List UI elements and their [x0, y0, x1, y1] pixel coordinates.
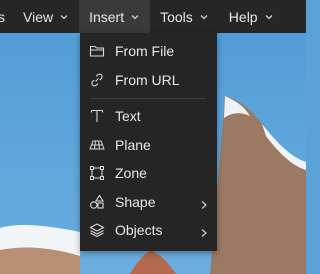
- menu-item-label: Zone: [115, 165, 147, 181]
- chevron-down-icon: [264, 12, 274, 22]
- menu-item-label: From File: [115, 43, 175, 59]
- shapes-icon: [89, 194, 105, 210]
- menu-tools[interactable]: Tools: [150, 0, 219, 33]
- menu-item-label: Plane: [115, 137, 151, 153]
- menu-label: Help: [228, 8, 258, 25]
- menu-label: Insert: [89, 8, 125, 25]
- plane-grid-icon: [89, 137, 105, 153]
- menu-item-shape[interactable]: Shape: [80, 189, 217, 215]
- chevron-right-icon: [200, 197, 208, 209]
- menu-view[interactable]: View: [11, 0, 79, 33]
- menu-item-label: From URL: [115, 72, 180, 88]
- chevron-down-icon: [199, 12, 209, 22]
- text-icon: [89, 108, 105, 124]
- insert-dropdown-menu: From File From URL Text Plane Zone Shape Objec…: [80, 33, 217, 251]
- menu-label: Tools: [160, 8, 193, 25]
- link-icon: [89, 72, 105, 88]
- menu-bar: s View Insert Tools Help: [0, 0, 306, 33]
- menu-insert[interactable]: Insert: [79, 0, 151, 33]
- menu-item-objects[interactable]: Objects: [80, 217, 217, 243]
- menu-item-zone[interactable]: Zone: [80, 160, 217, 186]
- folder-icon: [89, 43, 105, 59]
- menu-item-from-url[interactable]: From URL: [80, 67, 217, 93]
- menu-s[interactable]: s: [0, 0, 11, 33]
- menu-divider: [90, 98, 206, 99]
- menu-item-plane[interactable]: Plane: [80, 132, 217, 158]
- menu-item-label: Text: [115, 108, 141, 124]
- menu-item-label: Shape: [115, 194, 156, 210]
- chevron-down-icon: [130, 12, 140, 22]
- menu-label: View: [23, 8, 54, 25]
- menu-item-text[interactable]: Text: [80, 103, 217, 129]
- menu-label: s: [0, 8, 5, 25]
- zone-icon: [89, 165, 105, 181]
- menu-item-from-file[interactable]: From File: [80, 38, 217, 64]
- chevron-down-icon: [59, 12, 69, 22]
- menu-help[interactable]: Help: [219, 0, 284, 33]
- chevron-right-icon: [200, 225, 208, 237]
- menu-item-label: Objects: [115, 222, 163, 238]
- objects-stack-icon: [89, 222, 105, 238]
